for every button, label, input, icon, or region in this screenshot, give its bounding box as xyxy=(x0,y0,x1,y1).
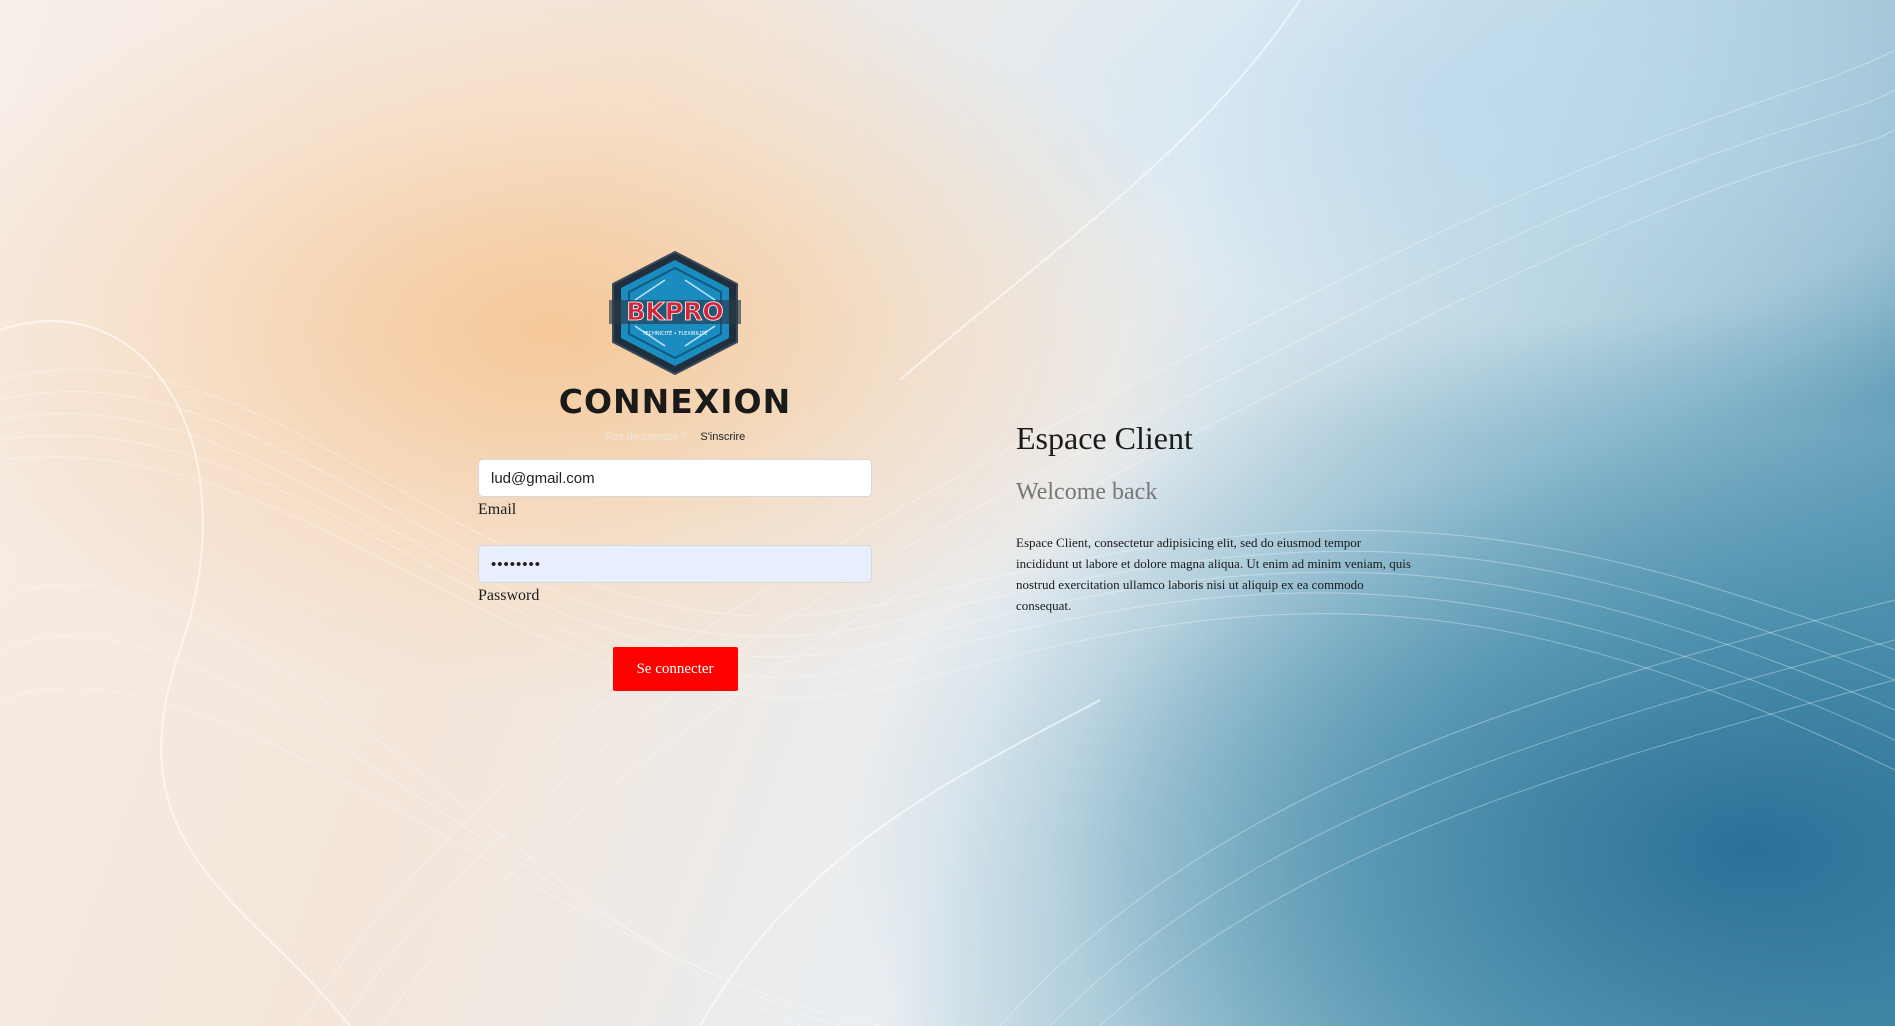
signup-link[interactable]: S'inscrire xyxy=(700,431,745,443)
signup-row: Pas de compte ? S'inscrire xyxy=(478,431,872,443)
logo-text: BKPRO xyxy=(626,297,723,326)
email-field[interactable] xyxy=(478,459,872,497)
login-button[interactable]: Se connecter xyxy=(612,647,738,691)
password-field[interactable] xyxy=(478,545,872,583)
welcome-panel: Espace Client Welcome back Espace Client… xyxy=(1016,420,1416,616)
bkpro-logo: BKPRO TECHNICITÉ • FLEXIBILITÉ xyxy=(609,250,741,376)
page-title: CONNEXION xyxy=(558,382,792,421)
login-panel: BKPRO TECHNICITÉ • FLEXIBILITÉ CONNEXION… xyxy=(478,250,872,691)
logo-tagline: TECHNICITÉ • FLEXIBILITÉ xyxy=(641,329,707,337)
welcome-subtitle: Welcome back xyxy=(1016,479,1158,505)
password-field-group: Password xyxy=(478,545,872,605)
email-label: Email xyxy=(478,501,517,518)
no-account-text: Pas de compte ? xyxy=(604,431,688,443)
password-label: Password xyxy=(478,587,540,604)
email-field-group: Email xyxy=(478,459,872,519)
welcome-body: Espace Client, consectetur adipisicing e… xyxy=(1016,535,1411,613)
welcome-title: Espace Client xyxy=(1016,420,1193,456)
background-waves xyxy=(0,0,1895,1026)
